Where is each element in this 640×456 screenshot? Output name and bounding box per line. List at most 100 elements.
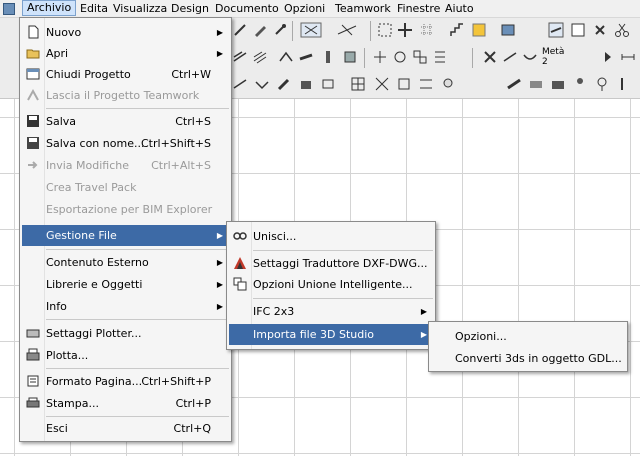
menu-item-librerie-oggetti[interactable]: Librerie e Oggetti ▶	[22, 274, 229, 295]
marker-icon[interactable]	[614, 76, 630, 92]
menu-opzioni[interactable]: Opzioni	[280, 1, 329, 16]
menu-item-salva-con-nome[interactable]: Salva con nome... Ctrl+Shift+S	[22, 133, 229, 154]
view-icon[interactable]	[500, 22, 516, 38]
menu-item-contenuto-esterno[interactable]: Contenuto Esterno ▶	[22, 252, 229, 273]
new-document-icon	[28, 25, 39, 39]
spline-tool-icon[interactable]	[522, 49, 538, 65]
menu-item-label: Formato Pagina...	[46, 375, 143, 388]
arrow-tool-icon[interactable]	[232, 22, 248, 38]
figure-icon[interactable]	[572, 76, 588, 92]
grid-snap-icon[interactable]	[419, 22, 435, 38]
pipette-icon[interactable]	[272, 22, 288, 38]
rotate-icon[interactable]	[392, 49, 408, 65]
menu-item-info[interactable]: Info ▶	[22, 296, 229, 317]
meta-value: 2	[542, 57, 548, 67]
menu-item-label: Info	[46, 300, 67, 313]
menu-item-label: Librerie e Oggetti	[46, 278, 143, 291]
curtain-wall-icon[interactable]	[528, 76, 544, 92]
menu-item-plotta[interactable]: Plotta...	[22, 345, 229, 366]
menu-separator	[253, 298, 433, 299]
menu-item-opzioni-3ds[interactable]: Opzioni...	[431, 326, 625, 347]
menu-item-stampa[interactable]: Stampa... Ctrl+P	[22, 393, 229, 414]
menu-item-label: Salva con nome...	[46, 137, 145, 150]
menu-item-crea-travel-pack[interactable]: Crea Travel Pack	[22, 177, 229, 198]
menu-item-nuovo[interactable]: Nuovo ▶	[22, 22, 229, 43]
menu-item-ifc-2x3[interactable]: IFC 2x3 ▶	[229, 301, 433, 322]
menu-archivio[interactable]: Archivio	[22, 0, 77, 16]
menu-item-invia-modifiche[interactable]: Invia Modifiche Ctrl+Alt+S	[22, 155, 229, 176]
menu-item-apri[interactable]: Apri ▶	[22, 43, 229, 64]
menu-item-chiudi-progetto[interactable]: Chiudi Progetto Ctrl+W	[22, 64, 229, 85]
menu-item-importa-3d-studio[interactable]: Importa file 3D Studio ▶	[229, 324, 433, 345]
app-icon[interactable]	[3, 3, 15, 15]
lamp-tool-icon[interactable]	[440, 76, 456, 92]
menu-item-label: Esportazione per BIM Explorer	[46, 203, 213, 216]
camera-icon[interactable]	[550, 76, 566, 92]
menu-item-esportazione-bim[interactable]: Esportazione per BIM Explorer	[22, 199, 229, 220]
menu-design[interactable]: Design	[167, 1, 213, 16]
menu-item-unisci[interactable]: Unisci...	[229, 226, 433, 247]
snap-tool-icon[interactable]	[300, 22, 322, 38]
brush-icon[interactable]	[276, 76, 292, 92]
scissors-icon[interactable]	[614, 22, 630, 38]
zone-tool-icon[interactable]	[350, 76, 366, 92]
menu-item-label: Chiudi Progetto	[46, 68, 131, 81]
pin-icon[interactable]	[594, 76, 610, 92]
pen-tool-icon[interactable]	[252, 22, 268, 38]
menu-separator	[253, 250, 433, 251]
menu-documento[interactable]: Documento	[211, 1, 283, 16]
arc-tool-icon[interactable]	[502, 49, 518, 65]
trace-icon[interactable]	[548, 22, 564, 38]
text-block-icon[interactable]	[320, 76, 336, 92]
door-tool-icon[interactable]	[396, 76, 412, 92]
menu-item-label: Lascia il Progetto Teamwork	[46, 89, 200, 102]
menu-edita[interactable]: Edita	[76, 1, 112, 16]
roof-tool-icon[interactable]	[278, 49, 294, 65]
close-x-icon[interactable]	[592, 22, 608, 38]
shape-arrow-icon[interactable]	[254, 76, 270, 92]
menu-item-settaggi-plotter[interactable]: Settaggi Plotter...	[22, 323, 229, 344]
menu-item-label: IFC 2x3	[253, 305, 295, 318]
menu-item-settaggi-dxf-dwg[interactable]: Settaggi Traduttore DXF-DWG...	[229, 253, 433, 274]
guide-line-icon[interactable]	[336, 22, 358, 38]
slab-tool-icon[interactable]	[252, 49, 268, 65]
menu-item-label: Invia Modifiche	[46, 159, 129, 172]
next-arrow-icon[interactable]	[600, 49, 616, 65]
menu-item-label: Converti 3ds in oggetto GDL...	[455, 352, 622, 365]
object-tool-icon[interactable]	[342, 49, 358, 65]
menu-item-salva[interactable]: Salva Ctrl+S	[22, 111, 229, 132]
meta-label: Metà	[542, 47, 565, 57]
dimension-icon[interactable]	[620, 49, 636, 65]
multiply-icon[interactable]	[412, 49, 428, 65]
layer-color-icon[interactable]	[471, 22, 487, 38]
menu-item-esci[interactable]: Esci Ctrl+Q	[22, 418, 229, 439]
menu-item-label: Settaggi Plotter...	[46, 327, 142, 340]
mesh-tool-icon[interactable]	[374, 76, 390, 92]
stair-icon[interactable]	[449, 22, 465, 38]
menu-item-gestione-file[interactable]: Gestione File ▶	[22, 225, 229, 246]
mirror-icon[interactable]	[372, 49, 388, 65]
menu-item-lascia-teamwork[interactable]: Lascia il Progetto Teamwork	[22, 85, 229, 106]
menu-item-converti-3ds[interactable]: Converti 3ds in oggetto GDL...	[431, 348, 625, 369]
stair-tool-icon[interactable]	[506, 76, 522, 92]
column-tool-icon[interactable]	[320, 49, 336, 65]
menu-aiuto[interactable]: Aiuto	[441, 1, 478, 16]
select-frame-icon[interactable]	[570, 22, 586, 38]
marquee-icon[interactable]	[377, 22, 393, 38]
align-icon[interactable]	[432, 49, 448, 65]
cross-tool-icon[interactable]	[482, 49, 498, 65]
menu-visualizza[interactable]: Visualizza	[109, 1, 171, 16]
menu-item-label: Settaggi Traduttore DXF-DWG...	[253, 257, 428, 270]
wall-tool-icon[interactable]	[232, 49, 248, 65]
menu-teamwork[interactable]: Teamwork	[331, 1, 395, 16]
beam-tool-icon[interactable]	[298, 49, 314, 65]
window-tool-icon[interactable]	[418, 76, 434, 92]
menu-finestre[interactable]: Finestre	[393, 1, 444, 16]
wall-outline-icon[interactable]	[232, 76, 248, 92]
move-icon[interactable]	[397, 22, 413, 38]
meta-control[interactable]: Metà 2	[542, 47, 564, 67]
menu-item-formato-pagina[interactable]: Formato Pagina... Ctrl+Shift+P	[22, 371, 229, 392]
menu-item-opzioni-unione[interactable]: Opzioni Unione Intelligente...	[229, 274, 433, 295]
menu-item-label: Stampa...	[46, 397, 99, 410]
fill-tool-icon[interactable]	[298, 76, 314, 92]
